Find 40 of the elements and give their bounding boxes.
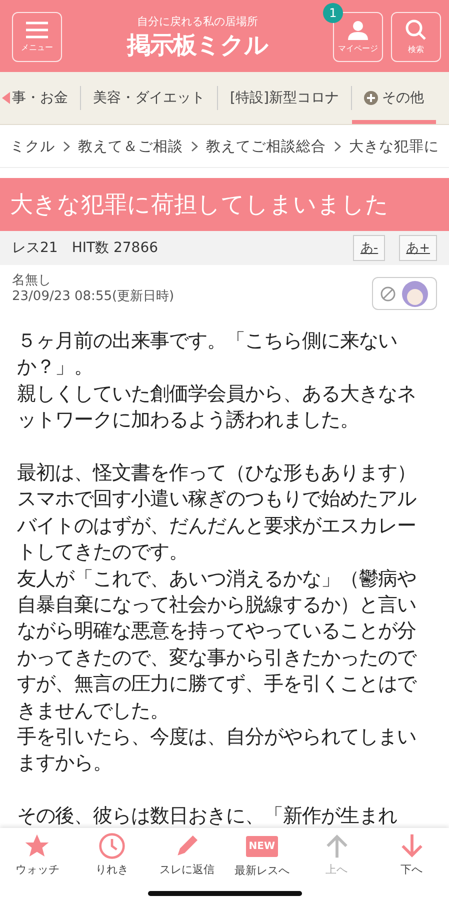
chevron-icon xyxy=(63,140,70,152)
chevron-icon xyxy=(191,140,198,152)
breadcrumb-link[interactable]: 教えて＆ご相談 xyxy=(78,136,183,156)
post-text: 手を引いたら、今度は、自分がやられてしまいますから。 xyxy=(17,724,417,776)
search-icon xyxy=(405,19,427,41)
menu-icon xyxy=(25,21,49,39)
chevron-icon xyxy=(334,140,341,152)
post-text: その後、彼らは数日おきに、「新作が生まれ xyxy=(17,803,398,830)
left-arrow-icon[interactable] xyxy=(2,92,10,104)
new-badge: NEW xyxy=(246,836,278,857)
user-icon xyxy=(347,20,369,40)
post-text: ５ヶ月前の出来事です。「こちら側に来ないか？」。 xyxy=(17,328,398,380)
category-tab[interactable]: その他 xyxy=(352,72,436,124)
site-tagline: 自分に戻れる私の居場所 xyxy=(137,14,258,28)
block-user-button[interactable] xyxy=(372,277,437,310)
post-text: 最初は、怪文書を作って（ひな形もあります）スマホで回す小遣い稼ぎのつもりで始めたアルバイトのはずが、だんだんと要求がエスカレートしてきたのです。 xyxy=(17,460,418,566)
clock-icon xyxy=(98,832,126,860)
nav-button[interactable]: りれき xyxy=(77,832,148,900)
breadcrumb-link[interactable]: ミクル xyxy=(10,136,55,156)
category-tab[interactable]: 美容・ダイエット xyxy=(81,72,217,124)
category-tab[interactable]: [特設]新型コロナ xyxy=(218,72,351,124)
breadcrumb-link[interactable]: 教えてご相談総合 xyxy=(206,136,326,156)
nav-button[interactable]: 下へ xyxy=(376,832,447,900)
hit-count: HIT数 27866 xyxy=(72,239,160,257)
prohibited-icon xyxy=(380,286,396,302)
nav-button[interactable]: ウォッチ xyxy=(2,832,72,900)
category-tab[interactable]: 事・お金 xyxy=(10,72,80,124)
nav-button[interactable]: スレに返信 xyxy=(152,832,222,900)
thread-title: 大きな犯罪に荷担してしまいました xyxy=(0,178,449,231)
font-larger-button[interactable]: あ+ xyxy=(399,235,437,261)
plus-icon xyxy=(364,91,378,105)
breadcrumb-link[interactable]: 大きな犯罪に xyxy=(349,136,439,156)
author-name: 名無し xyxy=(12,273,52,289)
font-smaller-button[interactable]: あ- xyxy=(353,235,386,261)
post-date: 23/09/23 08:55(更新日時) xyxy=(12,289,176,305)
reply-count: レス21 xyxy=(12,239,58,257)
post-text: 友人が「これで、あいつ消えるかな」（鬱病や自暴自棄になって社会から脱線するか）と言いながら明確な悪意を持ってやっていることが分かってきたので、変な事から引きたかったのですが、無言の圧力に勝てず、手を引くことはできませんでした。 xyxy=(17,566,418,724)
notification-badge: 1 xyxy=(323,3,343,23)
avatar-icon xyxy=(401,280,429,308)
post-text: 親しくしていた創価学会員から、ある大きなネットワークに加わるよう誘われました。 xyxy=(17,380,417,434)
